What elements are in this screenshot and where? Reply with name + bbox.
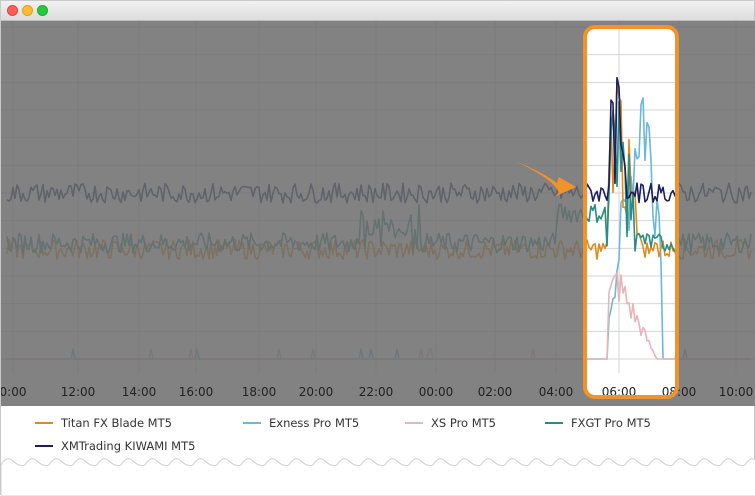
x-tick-label: 04:00 <box>539 385 574 399</box>
legend-label: FXGT Pro MT5 <box>571 416 651 430</box>
x-tick-label: 22:00 <box>359 385 394 399</box>
legend-swatch <box>405 422 423 424</box>
maximize-window-button[interactable] <box>37 5 48 16</box>
torn-edge-decoration <box>1 458 755 496</box>
minimize-window-button[interactable] <box>22 5 33 16</box>
legend-label: Titan FX Blade MT5 <box>61 416 172 430</box>
x-tick-label: 10:00 <box>719 385 754 399</box>
app-window: 0:00 12:00 14:00 16:00 18:00 20:00 22:00 00:00 0… <box>0 0 755 496</box>
legend-label: XS Pro MT5 <box>431 416 496 430</box>
legend-swatch <box>35 445 53 447</box>
x-tick-label: 14:00 <box>122 385 157 399</box>
legend-swatch <box>243 422 261 424</box>
x-tick-label: 0:00 <box>1 385 26 399</box>
legend-item[interactable]: FXGT Pro MT5 <box>545 416 651 430</box>
spread-line-chart: 0:00 12:00 14:00 16:00 18:00 20:00 22:00 00:00 0… <box>1 21 755 406</box>
legend-item[interactable]: Exness Pro MT5 <box>243 416 359 430</box>
window-titlebar <box>1 1 754 21</box>
legend-swatch <box>35 422 53 424</box>
legend-item[interactable]: Titan FX Blade MT5 <box>35 416 172 430</box>
x-tick-label: 02:00 <box>478 385 513 399</box>
legend-item[interactable]: XS Pro MT5 <box>405 416 496 430</box>
x-tick-label: 16:00 <box>179 385 214 399</box>
legend-label: Exness Pro MT5 <box>269 416 360 430</box>
legend-swatch <box>545 422 563 424</box>
x-tick-label: 12:00 <box>61 385 96 399</box>
close-window-button[interactable] <box>7 5 18 16</box>
dim-overlay <box>1 21 755 406</box>
x-tick-label: 20:00 <box>299 385 334 399</box>
x-tick-label: 18:00 <box>242 385 277 399</box>
x-tick-label: 00:00 <box>419 385 454 399</box>
